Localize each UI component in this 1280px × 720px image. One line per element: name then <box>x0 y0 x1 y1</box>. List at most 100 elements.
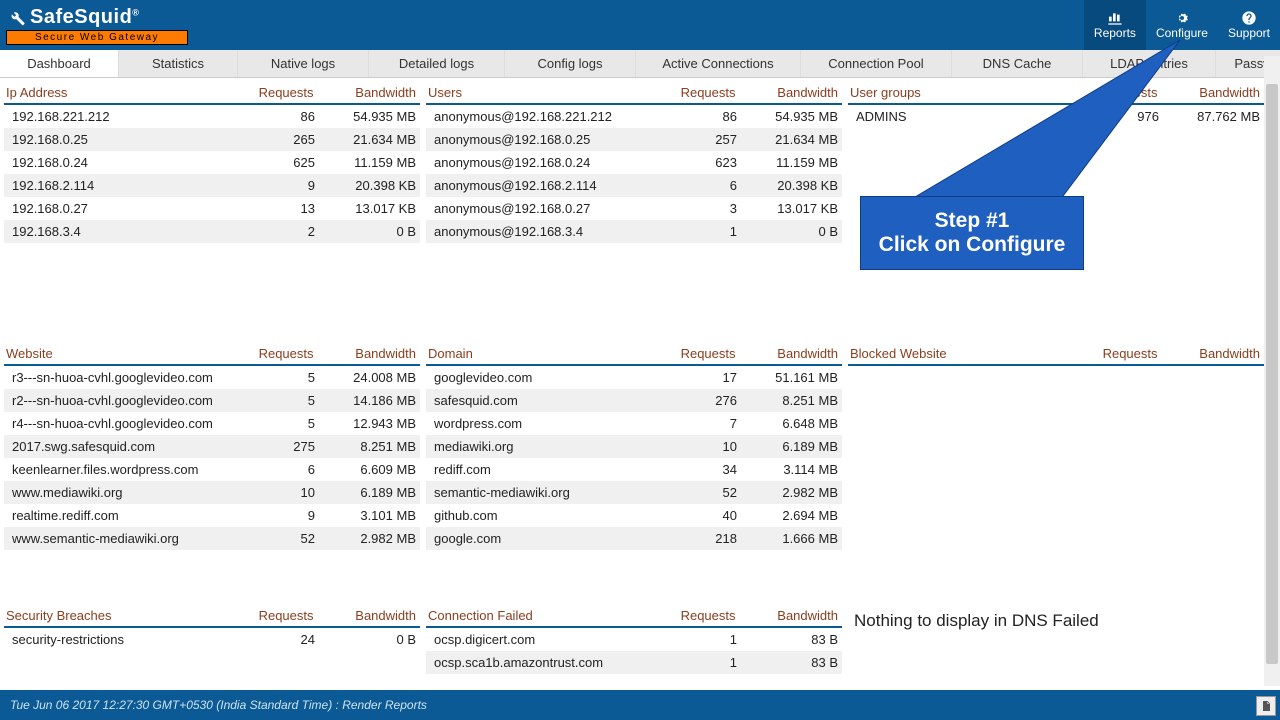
col-bandwidth: Bandwidth <box>314 608 417 623</box>
panel-connfail: Connection FailedRequestsBandwidthocsp.d… <box>426 605 842 685</box>
scroll-thumb[interactable] <box>1266 84 1278 664</box>
table-row[interactable]: ocsp.digicert.com183 B <box>426 628 842 651</box>
table-row[interactable]: anonymous@192.168.3.410 B <box>426 220 842 243</box>
table-row[interactable]: realtime.rediff.com93.101 MB <box>4 504 420 527</box>
table-row[interactable]: anonymous@192.168.221.2128654.935 MB <box>426 105 842 128</box>
cell-bandwidth: 6.189 MB <box>315 485 416 500</box>
table-row[interactable]: 192.168.0.271313.017 KB <box>4 197 420 220</box>
cell-bandwidth: 2.982 MB <box>737 485 838 500</box>
table-row[interactable]: r3---sn-huoa-cvhl.googlevideo.com524.008… <box>4 366 420 389</box>
cell-requests: 52 <box>636 485 737 500</box>
cell-requests: 3 <box>636 201 737 216</box>
table-row[interactable]: anonymous@192.168.2.114620.398 KB <box>426 174 842 197</box>
cell-bandwidth: 14.186 MB <box>315 393 416 408</box>
table-row[interactable]: anonymous@192.168.0.2462311.159 MB <box>426 151 842 174</box>
tab-dns-cache[interactable]: DNS Cache <box>952 50 1083 77</box>
tab-active-connections[interactable]: Active Connections <box>636 50 801 77</box>
nav-support[interactable]: Support <box>1218 0 1280 50</box>
table-row[interactable]: ADMINS97687.762 MB <box>848 105 1264 128</box>
col-title: User groups <box>850 85 1055 100</box>
panel-security: Security BreachesRequestsBandwidthsecuri… <box>4 605 420 685</box>
cell-requests: 218 <box>636 531 737 546</box>
cell-bandwidth: 0 B <box>315 224 416 239</box>
vertical-scrollbar[interactable] <box>1264 56 1280 686</box>
cell-name: mediawiki.org <box>434 439 636 454</box>
cell-requests: 10 <box>636 439 737 454</box>
cell-name: www.semantic-mediawiki.org <box>12 531 214 546</box>
cell-requests: 5 <box>214 370 315 385</box>
table-row[interactable]: security-restrictions240 B <box>4 628 420 651</box>
cell-requests: 275 <box>214 439 315 454</box>
cell-bandwidth: 11.159 MB <box>737 155 838 170</box>
cell-name: google.com <box>434 531 636 546</box>
cell-requests: 6 <box>636 178 737 193</box>
footer-bar: Tue Jun 06 2017 12:27:30 GMT+0530 (India… <box>0 690 1280 720</box>
table-row[interactable]: github.com402.694 MB <box>426 504 842 527</box>
cell-bandwidth: 6.648 MB <box>737 416 838 431</box>
table-row[interactable]: anonymous@192.168.0.27313.017 KB <box>426 197 842 220</box>
nav-reports[interactable]: Reports <box>1084 0 1146 50</box>
tab-connection-pool[interactable]: Connection Pool <box>801 50 952 77</box>
table-row[interactable]: mediawiki.org106.189 MB <box>426 435 842 458</box>
table-row[interactable]: googlevideo.com1751.161 MB <box>426 366 842 389</box>
table-row[interactable]: anonymous@192.168.0.2525721.634 MB <box>426 128 842 151</box>
cell-bandwidth: 6.609 MB <box>315 462 416 477</box>
col-title: Connection Failed <box>428 608 633 623</box>
table-row[interactable]: www.semantic-mediawiki.org522.982 MB <box>4 527 420 550</box>
cell-requests: 10 <box>214 485 315 500</box>
tab-native-logs[interactable]: Native logs <box>238 50 369 77</box>
col-requests: Requests <box>1055 85 1158 100</box>
cell-bandwidth: 20.398 KB <box>315 178 416 193</box>
nav-support-label: Support <box>1228 26 1270 40</box>
cell-requests: 2 <box>214 224 315 239</box>
cell-bandwidth: 13.017 KB <box>315 201 416 216</box>
cell-bandwidth: 8.251 MB <box>315 439 416 454</box>
panel-blocked: Blocked WebsiteRequestsBandwidth <box>848 343 1264 589</box>
tab-ldap-entries[interactable]: LDAP Entries <box>1083 50 1216 77</box>
cell-requests: 1 <box>636 655 737 670</box>
table-row[interactable]: 192.168.221.2128654.935 MB <box>4 105 420 128</box>
cell-requests: 17 <box>636 370 737 385</box>
cell-name: security-restrictions <box>12 632 214 647</box>
nav-configure[interactable]: Configure <box>1146 0 1218 50</box>
table-row[interactable]: 2017.swg.safesquid.com2758.251 MB <box>4 435 420 458</box>
table-row[interactable]: 192.168.0.2462511.159 MB <box>4 151 420 174</box>
panel-domain: DomainRequestsBandwidthgooglevideo.com17… <box>426 343 842 589</box>
panel-rows: security-restrictions240 B <box>4 628 420 685</box>
table-row[interactable]: wordpress.com76.648 MB <box>426 412 842 435</box>
panel-header: Blocked WebsiteRequestsBandwidth <box>848 343 1264 366</box>
cell-bandwidth: 0 B <box>737 224 838 239</box>
panel-rows <box>848 366 1264 589</box>
table-row[interactable]: www.mediawiki.org106.189 MB <box>4 481 420 504</box>
question-icon <box>1241 10 1257 26</box>
cell-requests: 257 <box>636 132 737 147</box>
table-row[interactable]: 192.168.2.114920.398 KB <box>4 174 420 197</box>
table-row[interactable]: safesquid.com2768.251 MB <box>426 389 842 412</box>
cell-bandwidth: 20.398 KB <box>737 178 838 193</box>
cell-name: keenlearner.files.wordpress.com <box>12 462 214 477</box>
topbar: SafeSquid® Secure Web Gateway Reports Co… <box>0 0 1280 50</box>
table-row[interactable]: 192.168.3.420 B <box>4 220 420 243</box>
cell-requests: 625 <box>214 155 315 170</box>
cell-bandwidth: 1.666 MB <box>737 531 838 546</box>
tab-statistics[interactable]: Statistics <box>119 50 238 77</box>
tab-dashboard[interactable]: Dashboard <box>0 50 119 77</box>
panel-header: Connection FailedRequestsBandwidth <box>426 605 842 628</box>
table-row[interactable]: google.com2181.666 MB <box>426 527 842 550</box>
col-bandwidth: Bandwidth <box>1158 85 1261 100</box>
export-pdf-icon[interactable] <box>1256 696 1276 716</box>
panel-users: UsersRequestsBandwidthanonymous@192.168.… <box>426 82 842 328</box>
table-row[interactable]: keenlearner.files.wordpress.com66.609 MB <box>4 458 420 481</box>
table-row[interactable]: rediff.com343.114 MB <box>426 458 842 481</box>
tab-detailed-logs[interactable]: Detailed logs <box>369 50 505 77</box>
col-requests: Requests <box>211 608 314 623</box>
tab-config-logs[interactable]: Config logs <box>505 50 636 77</box>
table-row[interactable]: ocsp.sca1b.amazontrust.com183 B <box>426 651 842 674</box>
table-row[interactable]: r4---sn-huoa-cvhl.googlevideo.com512.943… <box>4 412 420 435</box>
cell-bandwidth: 24.008 MB <box>315 370 416 385</box>
table-row[interactable]: 192.168.0.2526521.634 MB <box>4 128 420 151</box>
col-title: Ip Address <box>6 85 211 100</box>
brand-reg: ® <box>132 7 139 17</box>
table-row[interactable]: r2---sn-huoa-cvhl.googlevideo.com514.186… <box>4 389 420 412</box>
table-row[interactable]: semantic-mediawiki.org522.982 MB <box>426 481 842 504</box>
